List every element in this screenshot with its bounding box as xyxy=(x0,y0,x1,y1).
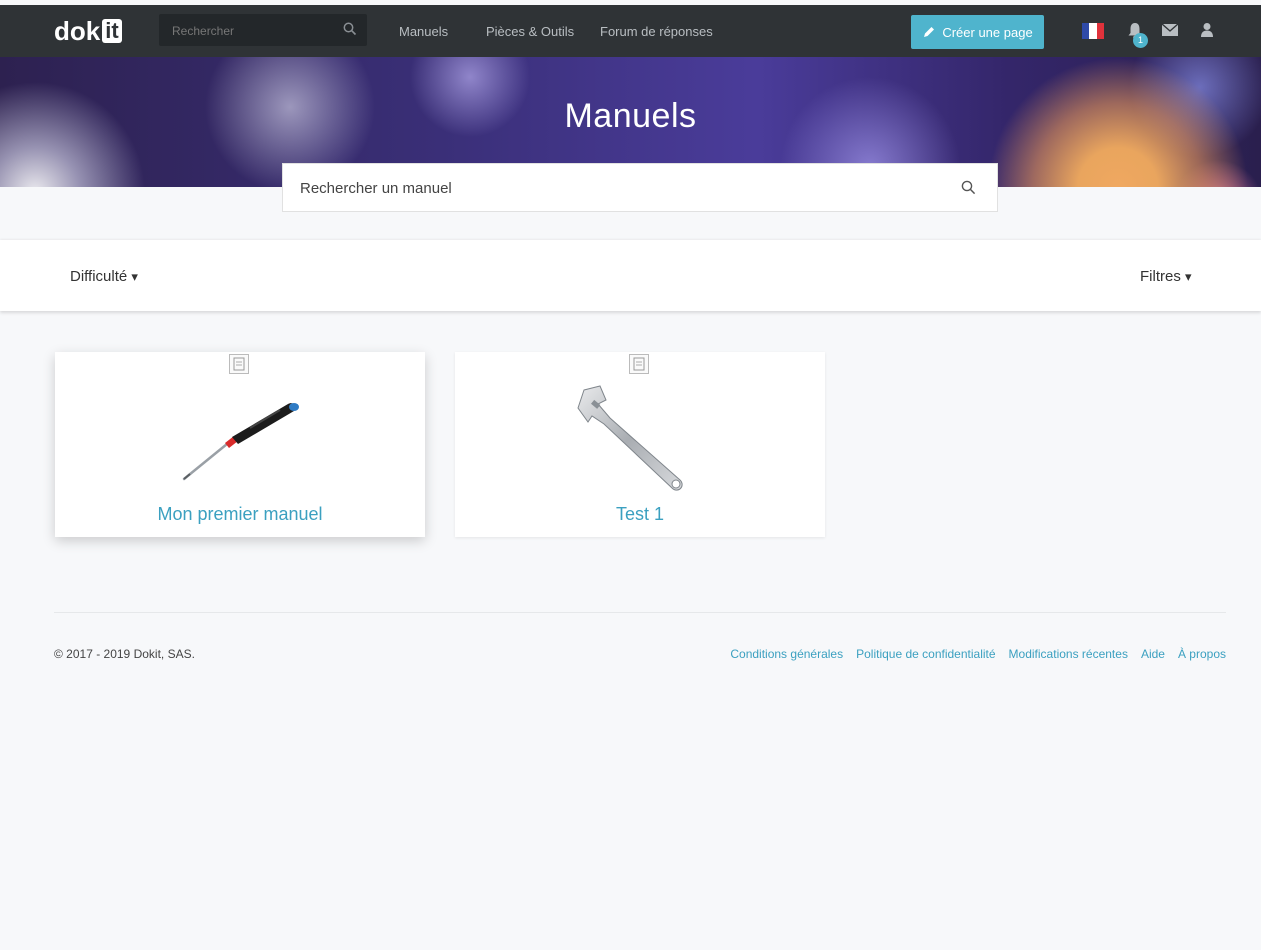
footer-link-help[interactable]: Aide xyxy=(1141,647,1165,661)
manual-search xyxy=(282,163,998,213)
nav-manuels[interactable]: Manuels xyxy=(399,24,448,39)
copyright-text: © 2017 - 2019 Dokit, SAS. xyxy=(54,647,195,661)
difficulty-filter-label: Difficulté xyxy=(70,268,128,285)
card-title[interactable]: Mon premier manuel xyxy=(55,504,425,525)
logo-box: it xyxy=(102,19,122,43)
envelope-icon[interactable] xyxy=(1162,24,1178,36)
caret-down-icon: ▾ xyxy=(131,269,138,284)
header-search-input[interactable] xyxy=(159,14,334,48)
footer-link-privacy[interactable]: Politique de confidentialité xyxy=(856,647,995,661)
footer-link-recent-changes[interactable]: Modifications récentes xyxy=(1009,647,1128,661)
user-icon[interactable] xyxy=(1200,22,1214,38)
top-navbar: dokit Manuels Pièces & Outils Forum de r… xyxy=(0,5,1261,57)
screwdriver-image xyxy=(182,403,299,481)
logo-text: dok xyxy=(54,16,101,46)
filters-dropdown-label: Filtres xyxy=(1140,268,1181,285)
document-badge-icon xyxy=(629,354,649,374)
nav-forum[interactable]: Forum de réponses xyxy=(600,24,713,39)
wrench-image xyxy=(577,385,683,491)
notification-badge: 1 xyxy=(1133,33,1148,48)
filter-bar: Difficulté ▾ Filtres ▾ xyxy=(0,240,1261,311)
nav-pieces-outils[interactable]: Pièces & Outils xyxy=(486,24,574,39)
footer-divider xyxy=(54,612,1226,613)
filters-dropdown[interactable]: Filtres ▾ xyxy=(1140,268,1192,285)
card-title[interactable]: Test 1 xyxy=(455,504,825,525)
dokit-logo[interactable]: dok it xyxy=(54,18,122,44)
manual-search-input[interactable] xyxy=(283,164,942,213)
create-page-button[interactable]: Créer une page xyxy=(911,15,1044,49)
french-flag-icon[interactable] xyxy=(1082,23,1104,39)
document-badge-icon xyxy=(229,354,249,374)
header-search xyxy=(159,14,367,48)
search-icon[interactable] xyxy=(343,22,357,36)
footer-links: Conditions générales Politique de confid… xyxy=(730,647,1226,661)
manual-card[interactable]: Mon premier manuel xyxy=(55,352,425,537)
difficulty-filter[interactable]: Difficulté ▾ xyxy=(70,268,138,285)
create-page-label: Créer une page xyxy=(942,24,1033,40)
page-title: Manuels xyxy=(564,97,697,135)
pencil-icon xyxy=(924,27,935,37)
manual-card[interactable]: Test 1 xyxy=(455,352,825,537)
footer-link-about[interactable]: À propos xyxy=(1178,647,1226,661)
caret-down-icon: ▾ xyxy=(1185,269,1192,284)
search-icon[interactable] xyxy=(961,180,976,195)
footer-link-terms[interactable]: Conditions générales xyxy=(730,647,843,661)
